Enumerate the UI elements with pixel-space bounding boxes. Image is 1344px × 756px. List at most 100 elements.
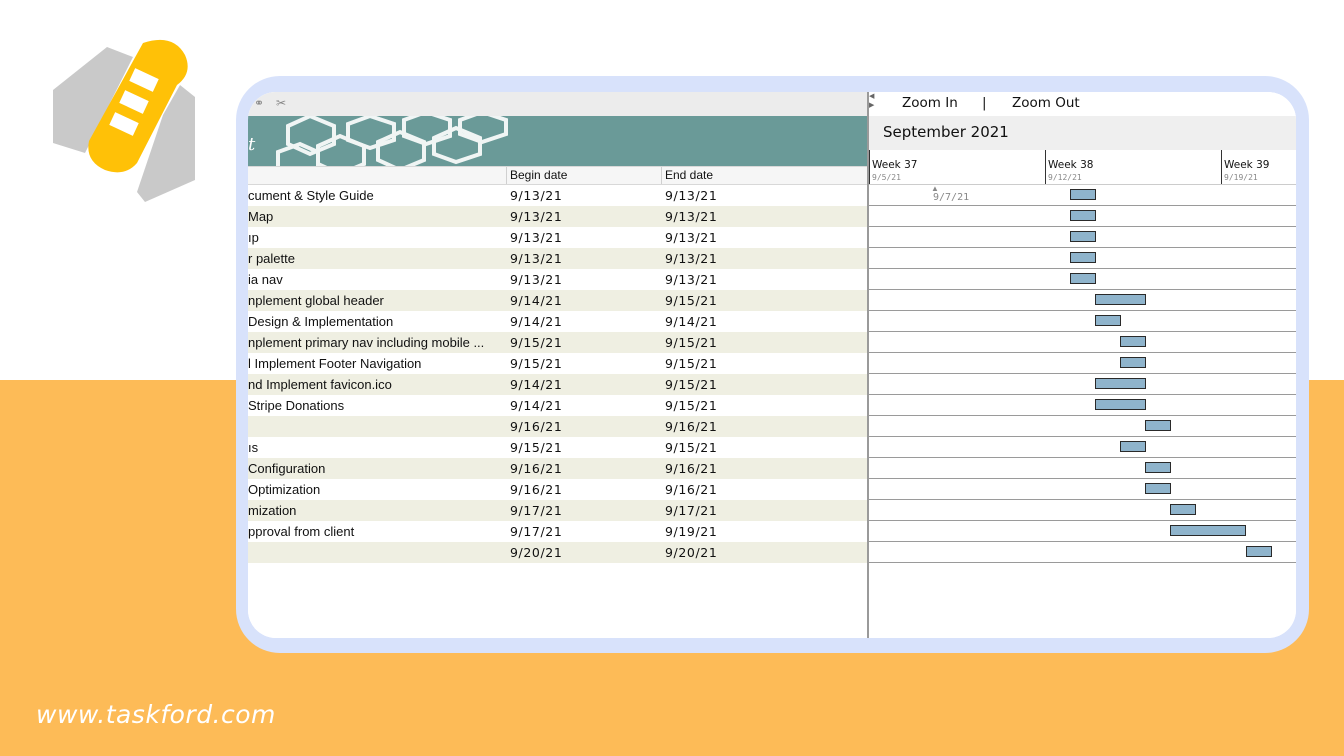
table-row[interactable]: cument & Style Guide 9/13/21 9/13/21 xyxy=(248,185,868,206)
column-header-end-date[interactable]: End date xyxy=(665,168,713,182)
task-end-date: 9/15/21 xyxy=(665,398,718,413)
task-bar[interactable] xyxy=(1069,231,1096,242)
task-end-date: 9/20/21 xyxy=(665,545,718,560)
task-name: ıs xyxy=(248,440,259,455)
column-separator xyxy=(506,167,507,184)
week-start-date: 9/19/21 xyxy=(1224,173,1258,182)
task-rows: cument & Style Guide 9/13/21 9/13/21 Map 9/1… xyxy=(248,185,868,563)
task-bar[interactable] xyxy=(1170,525,1247,536)
task-bar[interactable] xyxy=(1094,399,1147,410)
task-name: Design & Implementation xyxy=(248,314,394,329)
column-separator xyxy=(661,167,662,184)
task-bar[interactable] xyxy=(1120,336,1147,347)
table-row[interactable]: l Implement Footer Navigation 9/15/21 9/15… xyxy=(248,353,868,374)
task-name: nd Implement favicon.ico xyxy=(248,377,392,392)
task-bar[interactable] xyxy=(1069,273,1096,284)
link-icon[interactable]: ⚭ xyxy=(254,95,270,111)
table-row[interactable]: Optimization 9/16/21 9/16/21 xyxy=(248,479,868,500)
task-bar[interactable] xyxy=(1094,294,1147,305)
task-bar[interactable] xyxy=(1069,210,1096,221)
task-name: Optimization xyxy=(248,482,321,497)
week-name: Week 37 xyxy=(872,159,918,171)
week-name: Week 38 xyxy=(1048,159,1094,171)
gantt-rows xyxy=(869,185,1296,563)
table-row[interactable]: Map 9/13/21 9/13/21 xyxy=(248,206,868,227)
week-start-date: 9/12/21 xyxy=(1048,173,1082,182)
table-row[interactable]: Design & Implementation 9/14/21 9/14/21 xyxy=(248,311,868,332)
gantt-row xyxy=(869,332,1296,353)
task-end-date: 9/13/21 xyxy=(665,188,718,203)
table-row[interactable]: r palette 9/13/21 9/13/21 xyxy=(248,248,868,269)
task-begin-date: 9/17/21 xyxy=(510,524,563,539)
task-bar[interactable] xyxy=(1120,441,1147,452)
table-row[interactable]: nd Implement favicon.ico 9/14/21 9/15/21 xyxy=(248,374,868,395)
task-name: ıp xyxy=(248,230,259,245)
week-header: Week 37 9/5/21 Week 38 9/12/21 Week 39 9/19/2… xyxy=(869,150,1296,185)
project-banner: t xyxy=(248,116,868,166)
task-bar[interactable] xyxy=(1145,462,1172,473)
table-row[interactable]: mization 9/17/21 9/17/21 xyxy=(248,500,868,521)
gantt-row xyxy=(869,311,1296,332)
table-row[interactable]: Configuration 9/16/21 9/16/21 xyxy=(248,458,868,479)
task-begin-date: 9/13/21 xyxy=(510,188,563,203)
task-end-date: 9/17/21 xyxy=(665,503,718,518)
task-table-pane: ⚭ ✂ t Begin date End date cument & Style… xyxy=(248,92,868,638)
task-bar[interactable] xyxy=(1170,504,1197,515)
task-begin-date: 9/16/21 xyxy=(510,461,563,476)
task-begin-date: 9/15/21 xyxy=(510,356,563,371)
task-name: mization xyxy=(248,503,297,518)
table-row[interactable]: nplement primary nav including mobile ..… xyxy=(248,332,868,353)
taskford-logo xyxy=(53,39,195,202)
task-name: nplement primary nav including mobile ..… xyxy=(248,335,485,350)
week-column: Week 37 9/5/21 xyxy=(869,150,917,184)
gantt-row xyxy=(869,479,1296,500)
task-bar[interactable] xyxy=(1069,252,1096,263)
task-end-date: 9/13/21 xyxy=(665,272,718,287)
table-row[interactable]: 9/20/21 9/20/21 xyxy=(248,542,868,563)
table-row[interactable]: ıp 9/13/21 9/13/21 xyxy=(248,227,868,248)
table-row[interactable]: ıs 9/15/21 9/15/21 xyxy=(248,437,868,458)
task-bar[interactable] xyxy=(1094,315,1121,326)
task-bar[interactable] xyxy=(1245,546,1272,557)
table-row[interactable]: pproval from client 9/17/21 9/19/21 xyxy=(248,521,868,542)
task-begin-date: 9/15/21 xyxy=(510,440,563,455)
zoom-out-button[interactable]: Zoom Out xyxy=(1012,95,1080,111)
task-bar[interactable] xyxy=(1145,420,1172,431)
zoom-in-button[interactable]: Zoom In xyxy=(902,95,958,111)
week-name: Week 39 xyxy=(1224,159,1270,171)
task-begin-date: 9/14/21 xyxy=(510,398,563,413)
task-bar[interactable] xyxy=(1120,357,1147,368)
gantt-row xyxy=(869,374,1296,395)
unlink-icon[interactable]: ✂ xyxy=(276,95,292,111)
gantt-row xyxy=(869,521,1296,542)
task-end-date: 9/13/21 xyxy=(665,230,718,245)
task-bar[interactable] xyxy=(1145,483,1172,494)
task-end-date: 9/15/21 xyxy=(665,440,718,455)
task-name: cument & Style Guide xyxy=(248,188,374,203)
table-row[interactable]: 9/16/21 9/16/21 xyxy=(248,416,868,437)
task-begin-date: 9/14/21 xyxy=(510,314,563,329)
task-begin-date: 9/13/21 xyxy=(510,230,563,245)
collapse-arrows-icon[interactable]: ◀ ▶ xyxy=(869,92,874,110)
task-begin-date: 9/17/21 xyxy=(510,503,563,518)
task-end-date: 9/15/21 xyxy=(665,356,718,371)
task-bar[interactable] xyxy=(1069,189,1096,200)
task-end-date: 9/14/21 xyxy=(665,314,718,329)
gantt-pane: ◀ ▶ Zoom In | Zoom Out September 2021 Wee… xyxy=(869,92,1296,638)
zoom-bar: ◀ ▶ Zoom In | Zoom Out xyxy=(869,92,1296,116)
task-end-date: 9/16/21 xyxy=(665,419,718,434)
task-end-date: 9/16/21 xyxy=(665,482,718,497)
task-name: Map xyxy=(248,209,274,224)
site-url[interactable]: www.taskford.com xyxy=(36,700,276,729)
column-header-begin-date[interactable]: Begin date xyxy=(510,168,567,182)
task-bar[interactable] xyxy=(1094,378,1147,389)
table-row[interactable]: nplement global header 9/14/21 9/15/21 xyxy=(248,290,868,311)
table-row[interactable]: Stripe Donations 9/14/21 9/15/21 xyxy=(248,395,868,416)
task-end-date: 9/15/21 xyxy=(665,293,718,308)
task-begin-date: 9/16/21 xyxy=(510,482,563,497)
task-name: Configuration xyxy=(248,461,326,476)
table-row[interactable]: ia nav 9/13/21 9/13/21 xyxy=(248,269,868,290)
month-header: September 2021 xyxy=(869,116,1296,151)
week-column: Week 39 9/19/21 xyxy=(1221,150,1269,184)
gantt-row xyxy=(869,437,1296,458)
